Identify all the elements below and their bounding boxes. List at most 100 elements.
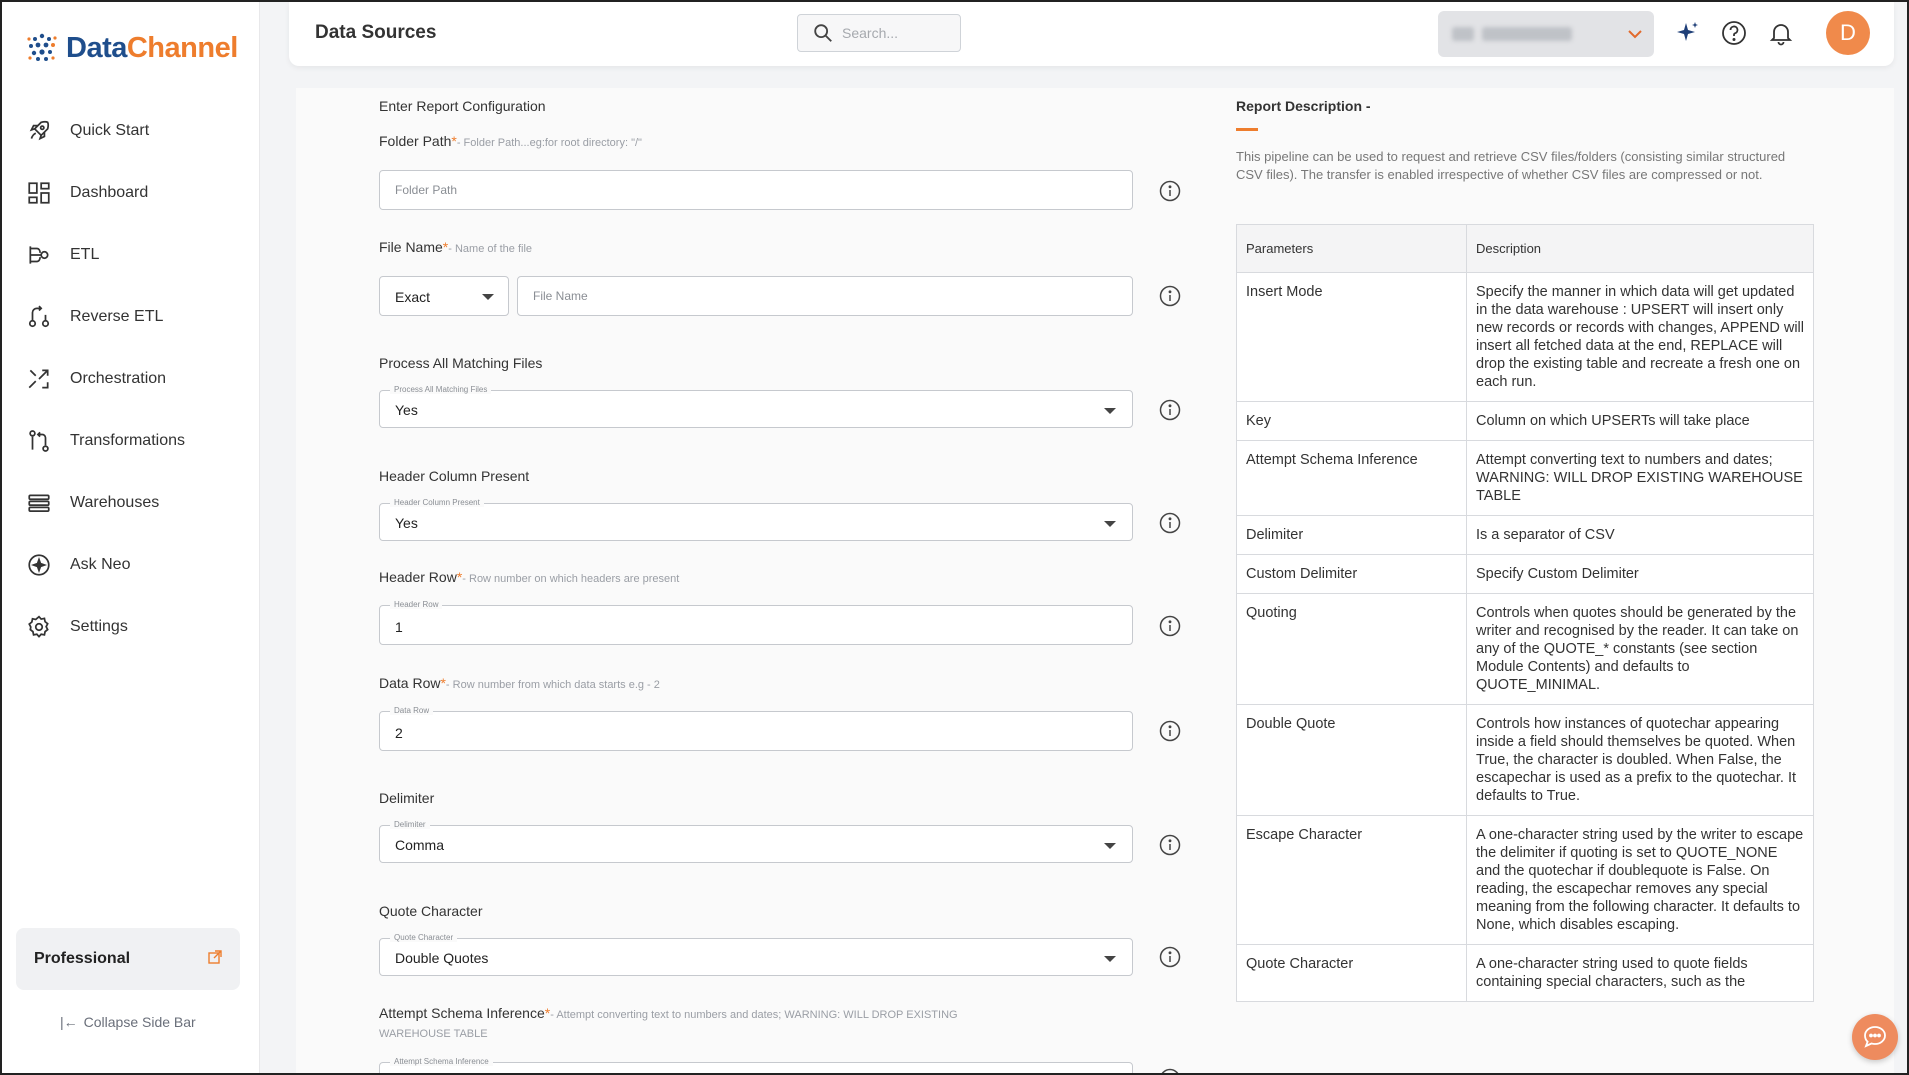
delimiter-select[interactable]: Delimiter Comma <box>379 820 1133 863</box>
quote-character-select[interactable]: Quote Character Double Quotes <box>379 933 1133 976</box>
folder-path-input[interactable]: Folder Path <box>379 170 1133 210</box>
parameter-description-cell: Controls how instances of quotechar appe… <box>1466 704 1814 816</box>
user-avatar[interactable]: D <box>1826 11 1870 55</box>
dropdown-caret-icon <box>482 294 494 300</box>
app-logo[interactable]: DataChannel <box>24 30 238 66</box>
logo-text-channel: Channel <box>126 31 238 64</box>
dashboard-icon <box>26 180 52 206</box>
sidebar-item-dashboard[interactable]: Dashboard <box>2 162 260 224</box>
parameter-description-cell: Attempt converting text to numbers and d… <box>1466 440 1814 516</box>
process-all-value: Yes <box>395 402 418 418</box>
sidebar-item-transformations[interactable]: Transformations <box>2 410 260 472</box>
sidebar-item-label: Orchestration <box>70 370 167 387</box>
sidebar-item-reverse-etl[interactable]: Reverse ETL <box>2 286 260 348</box>
column-header: Parameters <box>1236 224 1467 273</box>
workspace-name-redacted <box>1452 27 1572 41</box>
info-icon[interactable] <box>1159 1068 1181 1073</box>
parameter-description-cell: Column on which UPSERTs will take place <box>1466 401 1814 441</box>
parameter-name-cell: Key <box>1236 401 1467 441</box>
table-row: Insert Mode Specify the manner in which d… <box>1236 272 1814 402</box>
collapse-sidebar-button[interactable]: |← Collapse Side Bar <box>60 1014 196 1030</box>
info-icon[interactable] <box>1159 399 1181 421</box>
table-row: Delimiter Is a separator of CSV <box>1236 515 1814 555</box>
table-row: Quoting Controls when quotes should be ge… <box>1236 593 1814 705</box>
dropdown-caret-icon <box>1104 521 1116 527</box>
sidebar-item-label: Warehouses <box>70 494 160 511</box>
parameter-name-cell: Attempt Schema Inference <box>1236 440 1467 516</box>
chat-bubble-icon <box>1864 1026 1886 1048</box>
header-column-value: Yes <box>395 515 418 531</box>
transformations-icon <box>26 428 52 454</box>
info-icon[interactable] <box>1159 512 1181 534</box>
info-icon[interactable] <box>1159 285 1181 307</box>
table-row: Attempt Schema Inference Attempt converti… <box>1236 440 1814 516</box>
quote-character-float-label: Quote Character <box>390 933 458 942</box>
info-icon[interactable] <box>1159 180 1181 202</box>
sidebar-item-label: Reverse ETL <box>70 308 164 325</box>
parameter-description-cell: Specify Custom Delimiter <box>1466 554 1814 594</box>
main-content: Enter Report Configuration Folder Path*-… <box>296 88 1894 1073</box>
file-name-input[interactable]: File Name <box>517 276 1133 316</box>
sidebar-item-label: Ask Neo <box>70 556 131 573</box>
header-row-input[interactable]: Header Row 1 <box>379 600 1133 645</box>
help-icon[interactable] <box>1717 16 1751 50</box>
sidebar-item-quick-start[interactable]: Quick Start <box>2 100 260 162</box>
parameter-description-cell: Controls when quotes should be generated… <box>1466 593 1814 705</box>
notification-bell-icon[interactable] <box>1764 16 1798 50</box>
ai-sparkle-icon[interactable] <box>1671 16 1705 50</box>
chevron-down-icon <box>1628 30 1642 39</box>
table-row: Custom Delimiter Specify Custom Delimiter <box>1236 554 1814 594</box>
sidebar-item-settings[interactable]: Settings <box>2 596 260 658</box>
schema-inference-select[interactable]: Attempt Schema Inference <box>379 1057 1133 1073</box>
parameter-name-cell: Custom Delimiter <box>1236 554 1467 594</box>
parameter-description-cell: A one-character string used to quote fie… <box>1466 944 1814 1002</box>
info-icon[interactable] <box>1159 834 1181 856</box>
data-row-float-label: Data Row <box>390 706 434 715</box>
data-row-value: 2 <box>395 725 403 741</box>
column-header: Description <box>1466 224 1814 273</box>
parameter-name-cell: Quoting <box>1236 593 1467 705</box>
sidebar-item-label: Transformations <box>70 432 185 449</box>
external-link-icon[interactable] <box>208 949 222 969</box>
parameter-name-cell: Delimiter <box>1236 515 1467 555</box>
page-title: Data Sources <box>315 22 437 43</box>
header-column-select[interactable]: Header Column Present Yes <box>379 498 1133 541</box>
report-description-text: This pipeline can be used to request and… <box>1236 149 1786 182</box>
data-row-input[interactable]: Data Row 2 <box>379 706 1133 751</box>
table-header-row: Parameters Description <box>1236 224 1814 273</box>
quote-character-label: Quote Character <box>379 903 483 919</box>
chat-support-button[interactable] <box>1852 1014 1898 1060</box>
plan-card[interactable]: Professional <box>16 928 240 990</box>
folder-path-placeholder: Folder Path <box>395 183 458 197</box>
parameter-name-cell: Double Quote <box>1236 704 1467 816</box>
folder-path-label: Folder Path*- Folder Path...eg:for root … <box>379 133 642 149</box>
dropdown-caret-icon <box>1104 956 1116 962</box>
sidebar-item-etl[interactable]: ETL <box>2 224 260 286</box>
info-icon[interactable] <box>1159 946 1181 968</box>
sidebar-item-orchestration[interactable]: Orchestration <box>2 348 260 410</box>
sidebar-nav: Quick Start Dashboard ETL Reverse ETL Or… <box>2 100 260 658</box>
process-all-select[interactable]: Process All Matching Files Yes <box>379 385 1133 428</box>
parameter-name-cell: Escape Character <box>1236 815 1467 945</box>
table-row: Quote Character A one-character string us… <box>1236 944 1814 1002</box>
info-icon[interactable] <box>1159 720 1181 742</box>
accent-underline <box>1236 128 1258 131</box>
file-name-match-select[interactable]: Exact <box>379 276 509 316</box>
sidebar-item-ask-neo[interactable]: Ask Neo <box>2 534 260 596</box>
delimiter-value: Comma <box>395 837 445 853</box>
search-box[interactable] <box>797 14 961 52</box>
etl-icon <box>26 242 52 268</box>
schema-inference-float-label: Attempt Schema Inference <box>390 1057 493 1066</box>
parameter-description-cell: A one-character string used by the write… <box>1466 815 1814 945</box>
search-input[interactable] <box>842 25 942 41</box>
collapse-label: Collapse Side Bar <box>83 1014 196 1030</box>
sparkle-icon <box>26 552 52 578</box>
schema-inference-label: Attempt Schema Inference*- Attempt conve… <box>379 1005 958 1021</box>
workspace-selector[interactable] <box>1438 11 1654 57</box>
info-icon[interactable] <box>1159 615 1181 637</box>
report-description-title: Report Description - <box>1236 98 1371 114</box>
sidebar-item-warehouses[interactable]: Warehouses <box>2 472 260 534</box>
header-column-label: Header Column Present <box>379 468 530 484</box>
top-bar: Data Sources D <box>289 2 1894 66</box>
gear-icon <box>26 614 52 640</box>
